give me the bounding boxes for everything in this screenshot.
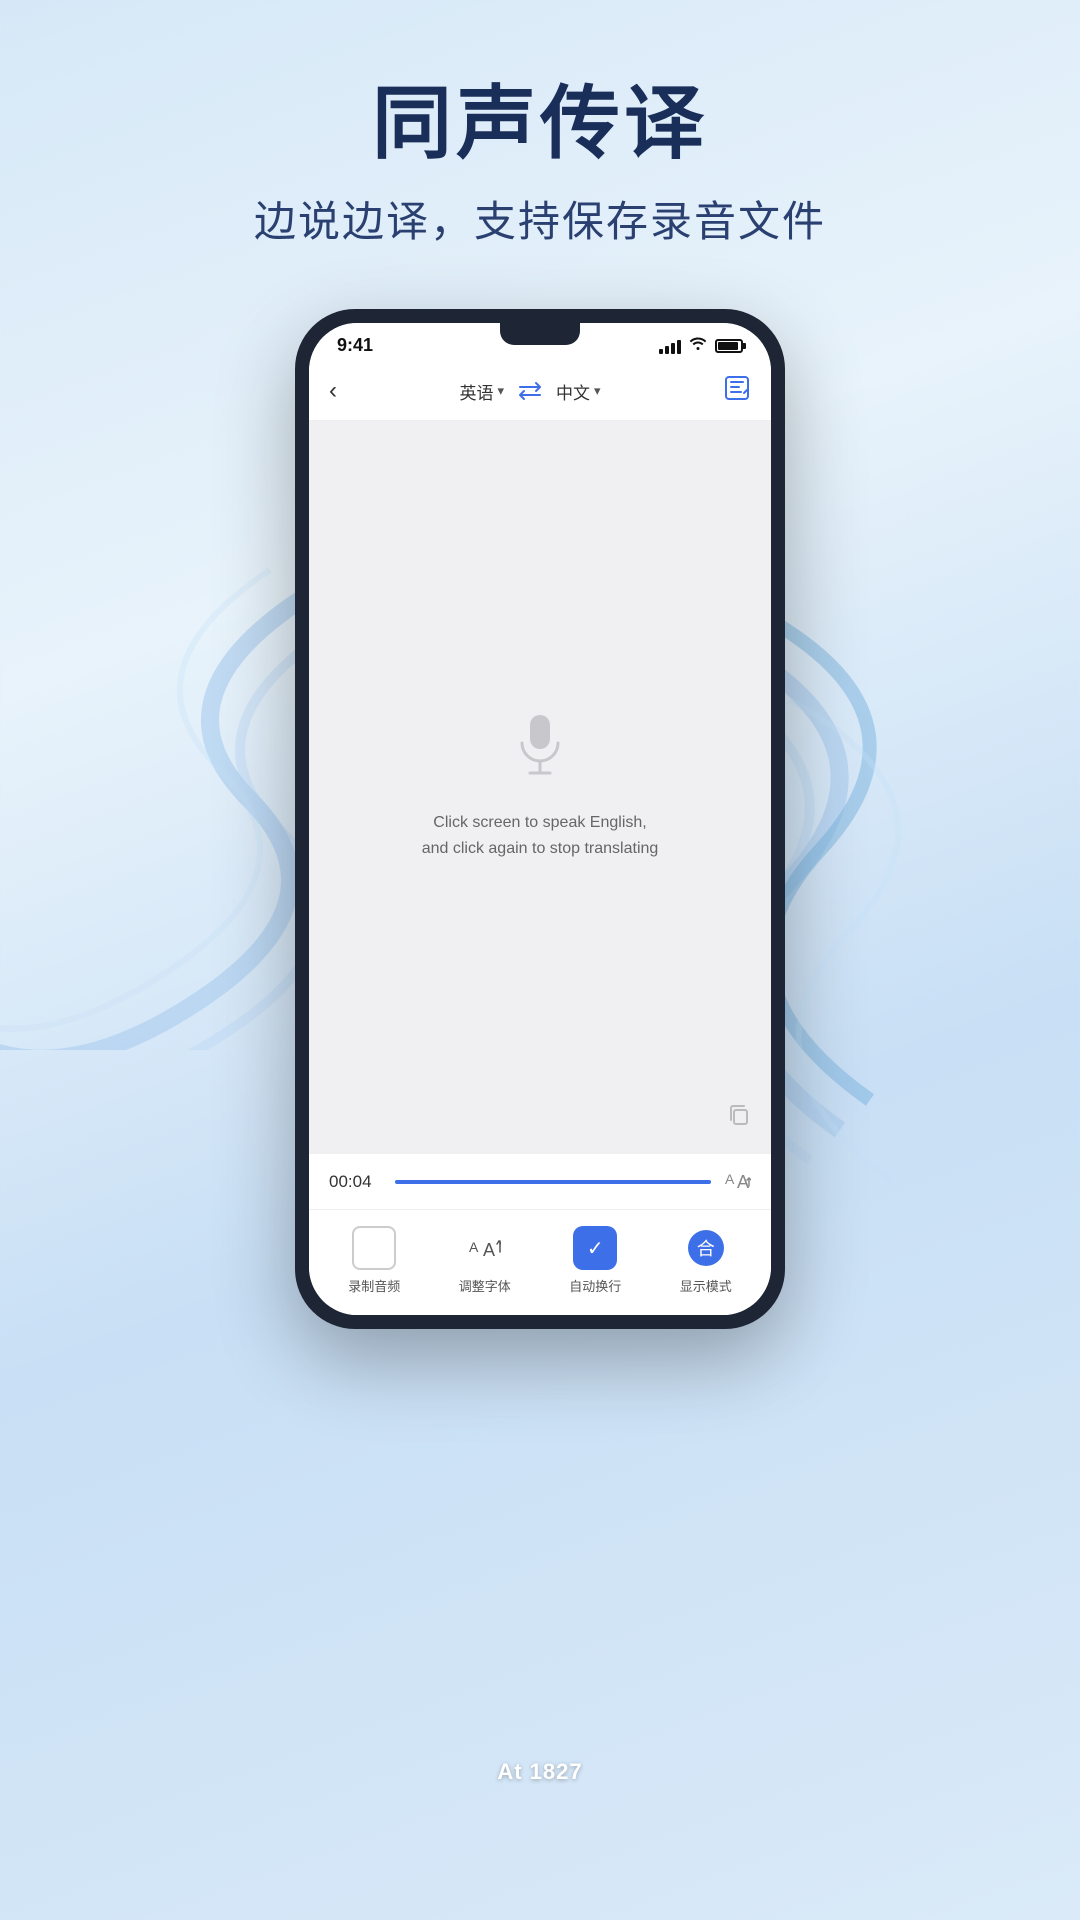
phone-frame: 9:41: [295, 309, 785, 1329]
display-mode-label: 显示模式: [680, 1276, 732, 1295]
wifi-icon: [689, 336, 707, 355]
main-title: 同声传译: [0, 80, 1080, 168]
sub-title: 边说边译，支持保存录音文件: [0, 188, 1080, 249]
app-header: ‹ 英语 ▾ 中文 ▾: [309, 362, 771, 421]
svg-text:A: A: [483, 1240, 495, 1260]
instruction-text: Click screen to speak English, and click…: [422, 810, 659, 861]
status-bar: 9:41: [309, 323, 771, 362]
svg-text:A: A: [737, 1172, 749, 1190]
record-audio-label: 录制音频: [348, 1276, 400, 1295]
back-button[interactable]: ‹: [329, 377, 337, 405]
display-mode-icon: 合: [688, 1230, 724, 1266]
header-right-button[interactable]: [723, 374, 751, 408]
svg-text:A: A: [725, 1171, 735, 1187]
progress-bar: [395, 1180, 711, 1184]
swap-language-button[interactable]: [516, 381, 544, 401]
target-lang-dropdown: ▾: [594, 383, 601, 399]
check-icon: ✓: [587, 1236, 604, 1261]
target-language[interactable]: 中文 ▾: [556, 379, 601, 404]
font-size-icon[interactable]: A A: [725, 1168, 751, 1195]
record-audio-button[interactable]: 录制音频: [348, 1226, 400, 1295]
at-label: At 1827: [497, 1759, 582, 1785]
auto-wrap-label: 自动换行: [569, 1276, 621, 1295]
mic-icon: [514, 713, 566, 786]
status-icons: [659, 336, 743, 355]
status-time: 9:41: [337, 335, 373, 356]
phone-screen: 9:41: [309, 323, 771, 1315]
adjust-font-button[interactable]: A A 调整字体: [459, 1226, 511, 1295]
timer-display: 00:04: [329, 1172, 381, 1192]
signal-icon: [659, 338, 681, 354]
adjust-font-label: 调整字体: [459, 1276, 511, 1295]
source-language[interactable]: 英语 ▾: [459, 379, 504, 404]
battery-icon: [715, 339, 743, 353]
phone-mockup: 9:41: [0, 309, 1080, 1329]
copy-icon[interactable]: [727, 1103, 751, 1133]
auto-wrap-button[interactable]: ✓ 自动换行: [569, 1226, 621, 1295]
translation-area[interactable]: Click screen to speak English, and click…: [309, 421, 771, 1153]
top-section: 同声传译 边说边译，支持保存录音文件: [0, 0, 1080, 289]
bottom-toolbar: 录制音频 A A 调整字体: [309, 1209, 771, 1315]
svg-text:A: A: [469, 1239, 479, 1255]
source-lang-dropdown: ▾: [497, 383, 504, 399]
progress-area: 00:04 A A: [309, 1153, 771, 1209]
language-selector: 英语 ▾ 中文 ▾: [459, 379, 600, 404]
display-mode-button[interactable]: 合 显示模式: [680, 1226, 732, 1295]
